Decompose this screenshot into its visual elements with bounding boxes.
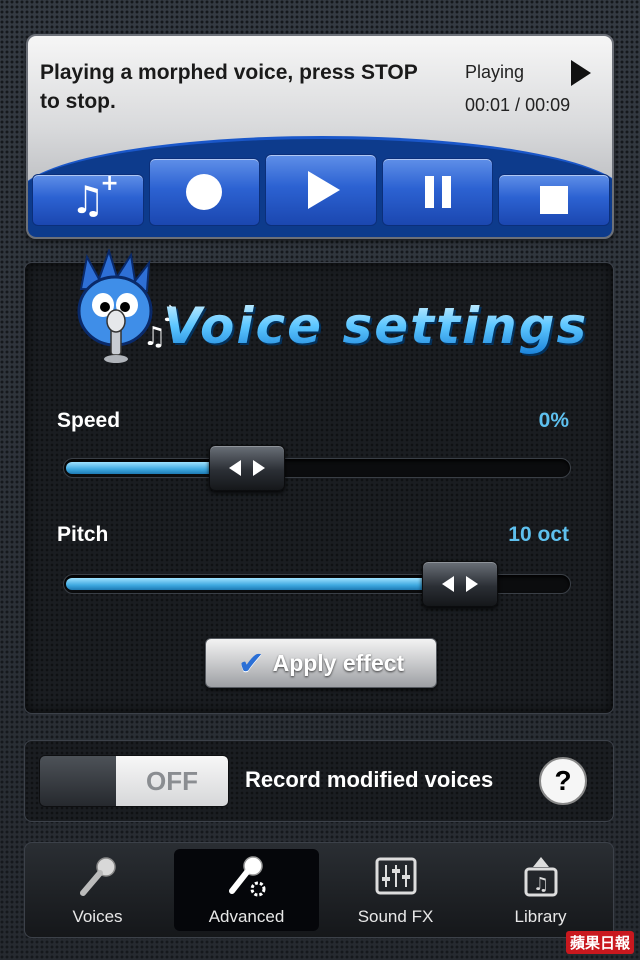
speed-slider[interactable]	[63, 445, 571, 491]
stop-button[interactable]	[498, 174, 610, 226]
right-arrow-icon	[253, 460, 265, 476]
transport-controls: ♫ +	[32, 144, 610, 228]
record-modified-toggle[interactable]: OFF	[39, 755, 229, 807]
voice-settings-panel: ♪ ♫ Voice settings Speed 0% Pitch 10 oct…	[24, 249, 614, 714]
tab-library[interactable]: ♫ Library	[468, 843, 613, 937]
tab-sound-fx-label: Sound FX	[357, 907, 434, 926]
player-panel: Playing a morphed voice, press STOP to s…	[26, 34, 614, 239]
tab-advanced-label: Advanced	[208, 907, 285, 926]
speed-value: 0%	[538, 409, 569, 432]
pitch-label: Pitch	[57, 523, 109, 546]
microphone-icon	[79, 857, 116, 896]
svg-text:♫: ♫	[533, 874, 549, 895]
toggle-state-label: OFF	[116, 756, 228, 806]
pitch-value: 10 oct	[508, 523, 569, 546]
mascot-icon: ♪ ♫	[77, 249, 177, 363]
apply-effect-button[interactable]: ✔ Apply effect	[205, 638, 437, 688]
speed-slider-thumb[interactable]	[209, 445, 285, 491]
tab-advanced[interactable]: Advanced	[174, 849, 319, 931]
tab-voices[interactable]: Voices	[25, 843, 170, 937]
record-modified-label: Record modified voices	[245, 767, 494, 792]
pitch-slider-fill	[66, 578, 459, 590]
pause-icon	[424, 176, 451, 208]
checkmark-icon: ✔	[237, 644, 265, 682]
tab-voices-label: Voices	[72, 907, 123, 926]
record-button[interactable]	[148, 158, 261, 226]
pitch-slider[interactable]	[63, 561, 571, 607]
left-arrow-icon	[229, 460, 241, 476]
tab-sound-fx[interactable]: Sound FX	[323, 843, 468, 937]
equalizer-icon	[375, 857, 416, 895]
pitch-slider-thumb[interactable]	[422, 561, 498, 607]
play-button[interactable]	[265, 154, 377, 226]
left-arrow-icon	[442, 576, 454, 592]
total-time: 00:09	[525, 95, 571, 115]
library-icon: ♫	[524, 857, 557, 897]
player-time: 00:01 / 00:09	[465, 95, 570, 116]
toggle-knob	[40, 756, 116, 806]
voice-settings-title: Voice settings	[163, 297, 589, 355]
record-icon	[186, 174, 223, 210]
speed-label: Speed	[57, 409, 121, 432]
apply-effect-label: Apply effect	[272, 649, 405, 676]
stop-icon	[540, 186, 569, 214]
tab-bar: Voices Advanced Sound FX ♫ Library	[24, 842, 614, 938]
elapsed-time: 00:01	[465, 95, 511, 115]
help-button[interactable]: ?	[539, 757, 587, 805]
right-arrow-icon	[466, 576, 478, 592]
play-icon	[307, 171, 340, 209]
time-separator: /	[510, 95, 526, 115]
record-modified-row: OFF Record modified voices ?	[24, 740, 614, 822]
pause-button[interactable]	[381, 158, 494, 226]
microphone-gear-icon	[228, 856, 265, 897]
add-music-icon: ♫ +	[70, 171, 119, 222]
add-music-button[interactable]: ♫ +	[32, 171, 144, 226]
watermark-logo: 蘋果日報	[565, 931, 634, 954]
player-state-label: Playing	[465, 62, 525, 82]
tab-library-label: Library	[514, 907, 567, 926]
playing-indicator-icon	[571, 60, 591, 86]
player-status-text: Playing a morphed voice, press STOP to s…	[40, 61, 418, 113]
